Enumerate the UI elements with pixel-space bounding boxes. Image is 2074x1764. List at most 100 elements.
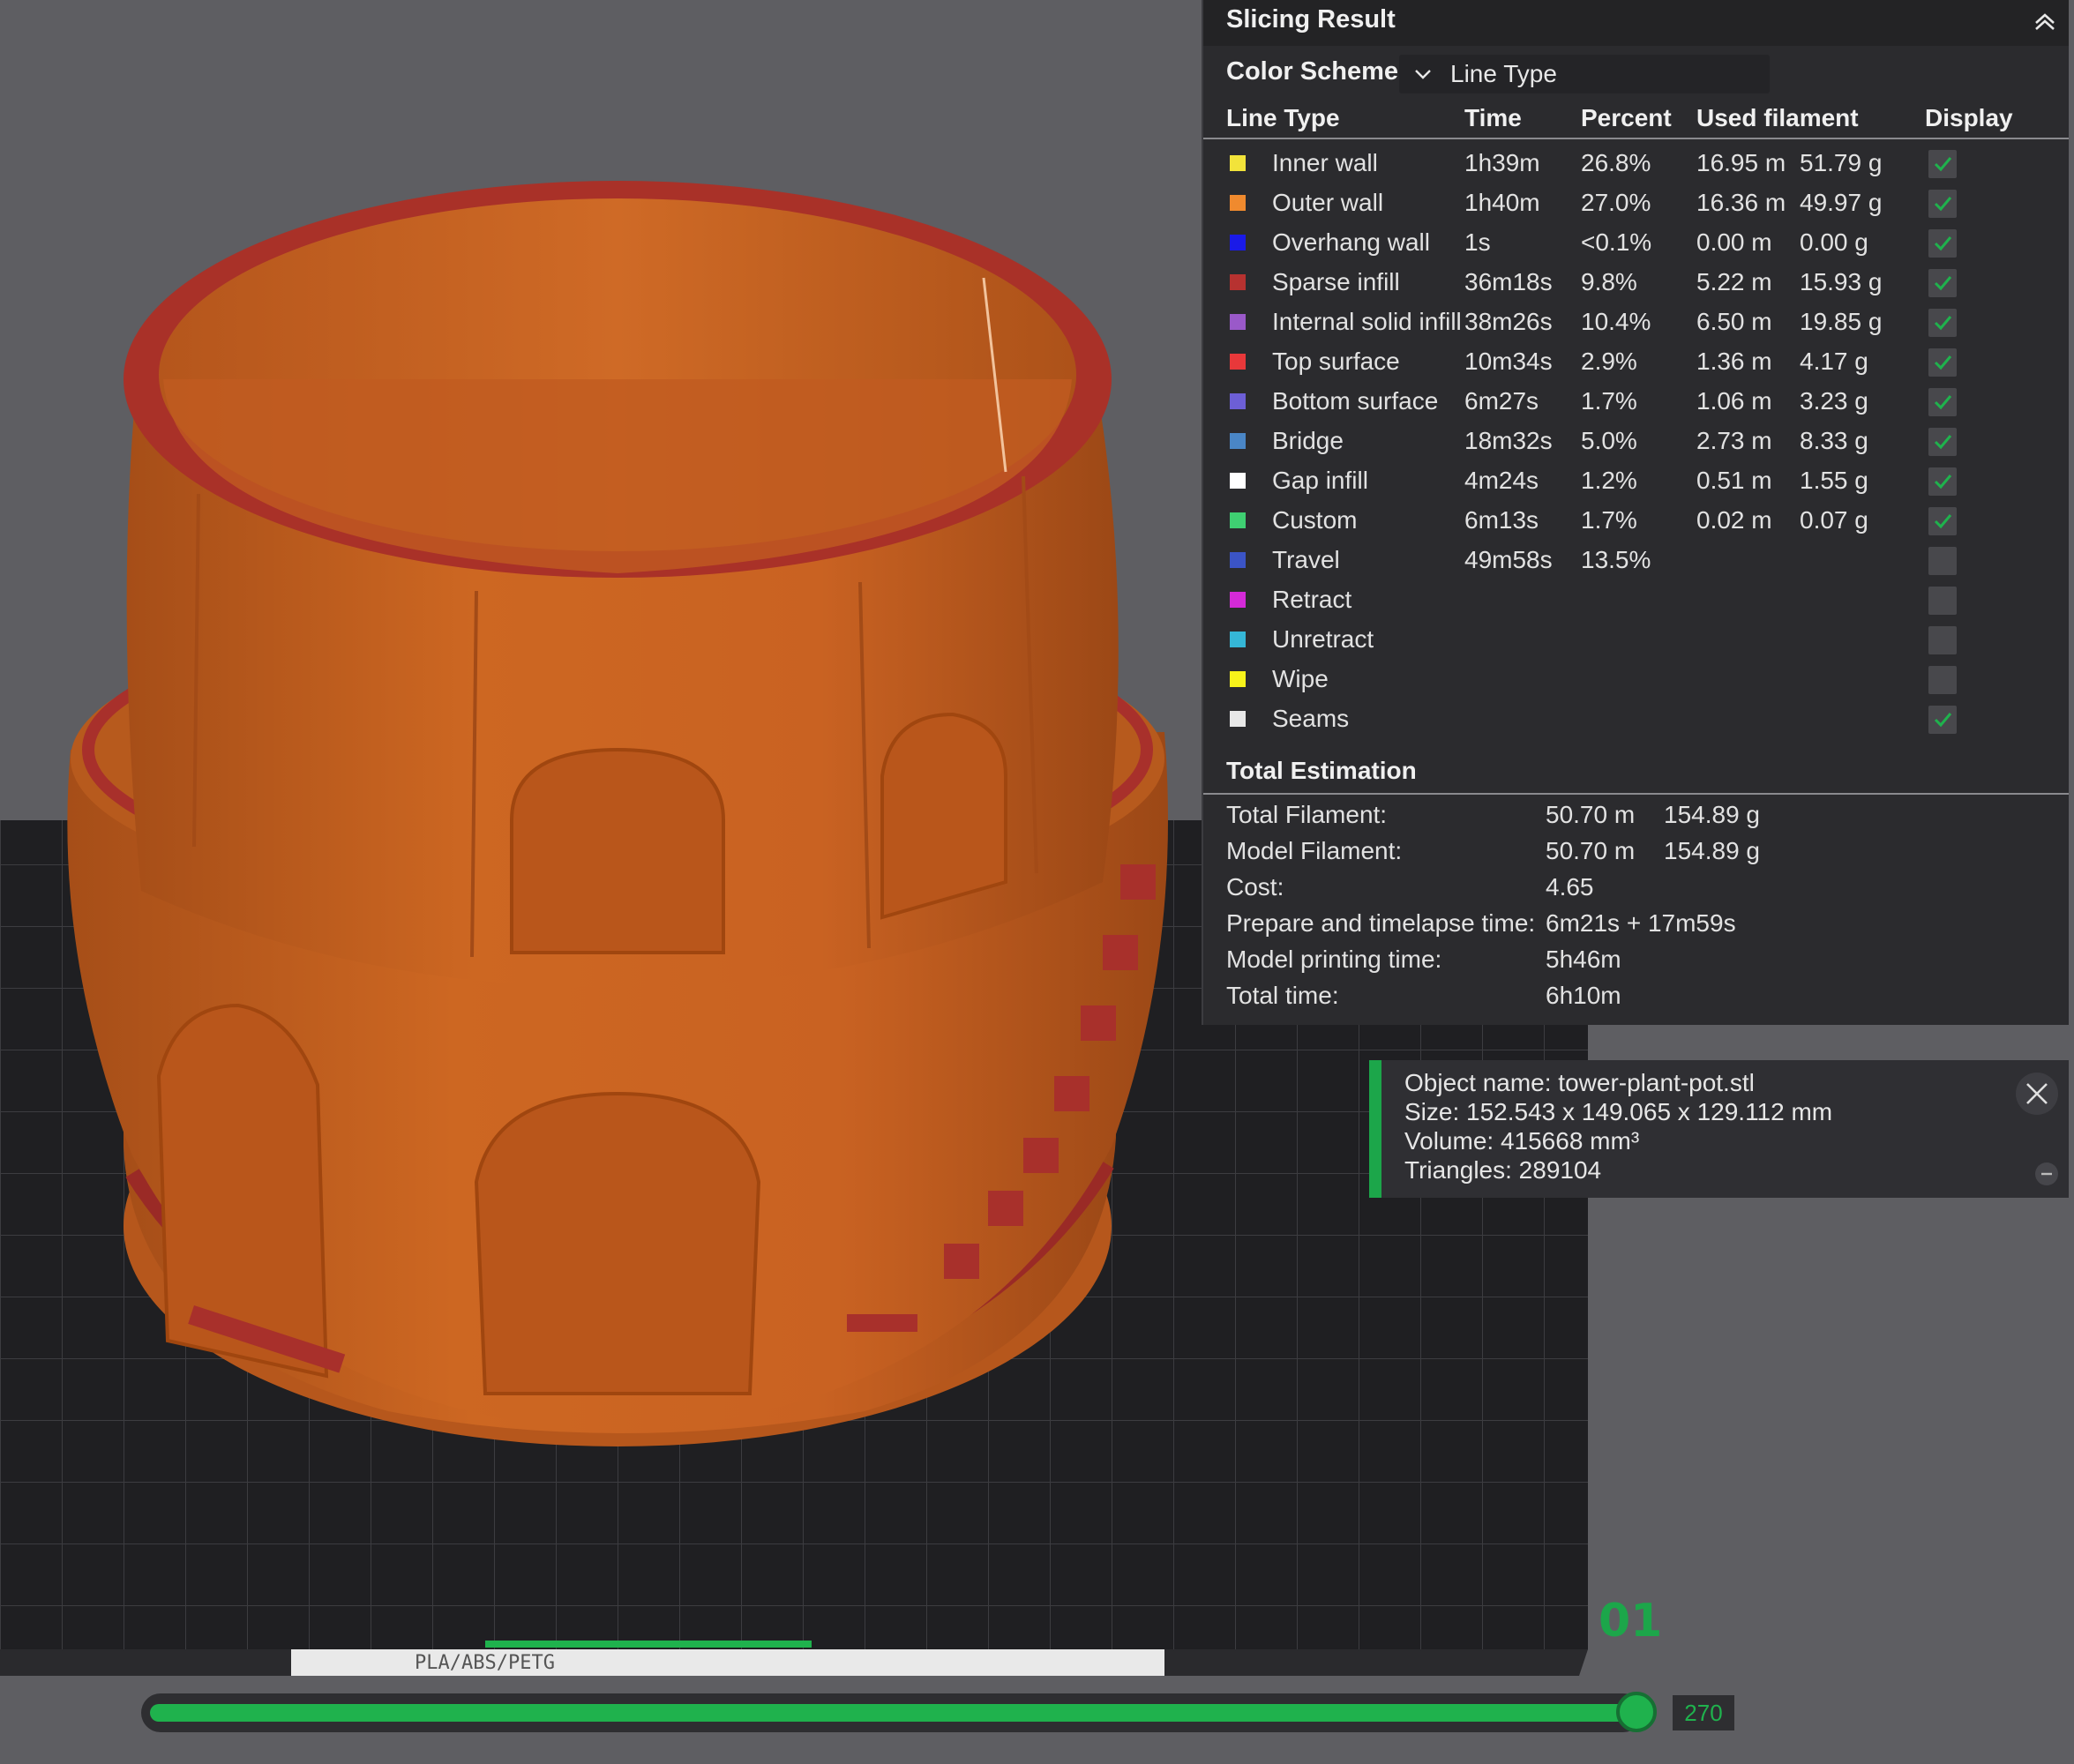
- row-length: 5.22 m: [1696, 268, 1772, 295]
- line-type-table-header: Line Type Time Percent Used filament Dis…: [1203, 99, 2069, 139]
- estimation-row: Total Filament: 50.70 m 154.89 g: [1203, 799, 2069, 835]
- row-length: 16.36 m: [1696, 189, 1786, 216]
- row-percent: 5.0%: [1581, 427, 1637, 454]
- line-type-row: Unretract: [1203, 619, 2069, 659]
- row-line-type: Seams: [1272, 705, 1350, 732]
- row-line-type: Bottom surface: [1272, 387, 1439, 415]
- color-swatch: [1230, 473, 1246, 489]
- row-time: 1h39m: [1464, 149, 1540, 176]
- display-checkbox[interactable]: [1928, 190, 1957, 218]
- row-percent: 1.7%: [1581, 387, 1637, 415]
- row-time: 6m27s: [1464, 387, 1539, 415]
- color-swatch: [1230, 671, 1246, 687]
- row-line-type: Unretract: [1272, 625, 1374, 653]
- estimation-value: 5h46m: [1546, 946, 1621, 973]
- line-type-row: Seams: [1203, 699, 2069, 738]
- estimation-label: Total time:: [1226, 982, 1339, 1009]
- color-scheme-dropdown[interactable]: Line Type: [1399, 55, 1770, 93]
- color-scheme-label: Color Scheme: [1226, 56, 1398, 86]
- layer-value[interactable]: 270: [1673, 1695, 1734, 1730]
- row-length: 0.00 m: [1696, 228, 1772, 256]
- display-checkbox[interactable]: [1928, 507, 1957, 535]
- estimation-row: Prepare and timelapse time: 6m21s + 17m59…: [1203, 908, 2069, 944]
- row-line-type: Gap infill: [1272, 467, 1368, 494]
- display-checkbox[interactable]: [1928, 388, 1957, 416]
- line-type-row: Sparse infill 36m18s 9.8% 5.22 m 15.93 g: [1203, 262, 2069, 302]
- estimation-label: Total Filament:: [1226, 801, 1388, 828]
- checkmark-icon: [1934, 197, 1952, 212]
- row-line-type: Custom: [1272, 506, 1358, 534]
- estimation-value: 6h10m: [1546, 982, 1621, 1009]
- row-percent: 2.9%: [1581, 348, 1637, 375]
- color-swatch: [1230, 632, 1246, 647]
- layer-slider-handle[interactable]: [1616, 1692, 1657, 1732]
- panel-title: Slicing Result: [1226, 5, 1396, 34]
- row-length: 16.95 m: [1696, 149, 1786, 176]
- close-button[interactable]: [2016, 1073, 2058, 1115]
- row-time: 1h40m: [1464, 189, 1540, 216]
- display-checkbox[interactable]: [1928, 229, 1957, 258]
- display-checkbox[interactable]: [1928, 706, 1957, 734]
- row-weight: 0.00 g: [1800, 228, 1868, 256]
- row-weight: 0.07 g: [1800, 506, 1868, 534]
- row-weight: 3.23 g: [1800, 387, 1868, 415]
- display-checkbox[interactable]: [1928, 428, 1957, 456]
- row-time: 49m58s: [1464, 546, 1553, 573]
- pot-model[interactable]: [67, 181, 1168, 1446]
- object-volume: Volume: 415668 mm³: [1404, 1127, 1640, 1155]
- line-type-row: Top surface 10m34s 2.9% 1.36 m 4.17 g: [1203, 341, 2069, 381]
- row-line-type: Top surface: [1272, 348, 1400, 375]
- line-type-row: Overhang wall 1s <0.1% 0.00 m 0.00 g: [1203, 222, 2069, 262]
- row-time: 10m34s: [1464, 348, 1553, 375]
- chevron-up-icon[interactable]: [2030, 5, 2060, 35]
- estimation-label: Model Filament:: [1226, 837, 1403, 864]
- estimation-label: Cost:: [1226, 873, 1284, 901]
- display-checkbox[interactable]: [1928, 269, 1957, 297]
- color-swatch: [1230, 195, 1246, 211]
- total-estimation-rows: Total Filament: 50.70 m 154.89 g Model Fila…: [1203, 799, 2069, 1016]
- color-swatch: [1230, 711, 1246, 727]
- object-size: Size: 152.543 x 149.065 x 129.112 mm: [1404, 1098, 1833, 1125]
- minimize-button[interactable]: [2035, 1162, 2058, 1185]
- object-triangles: Triangles: 289104: [1404, 1156, 1602, 1184]
- color-swatch: [1230, 433, 1246, 449]
- line-type-row: Gap infill 4m24s 1.2% 0.51 m 1.55 g: [1203, 460, 2069, 500]
- total-estimation-title: Total Estimation: [1226, 757, 1417, 784]
- row-percent: 9.8%: [1581, 268, 1637, 295]
- row-line-type: Travel: [1272, 546, 1340, 573]
- checkmark-icon: [1934, 475, 1952, 490]
- checkmark-icon: [1934, 713, 1952, 728]
- color-swatch: [1230, 354, 1246, 370]
- line-type-rows: Inner wall 1h39m 26.8% 16.95 m 51.79 g Outer …: [1203, 143, 2069, 738]
- line-type-row: Outer wall 1h40m 27.0% 16.36 m 49.97 g: [1203, 183, 2069, 222]
- layer-slider-track[interactable]: [141, 1693, 1643, 1732]
- row-percent: 1.7%: [1581, 506, 1637, 534]
- display-checkbox[interactable]: [1928, 150, 1957, 178]
- row-length: 0.51 m: [1696, 467, 1772, 494]
- display-checkbox[interactable]: [1928, 309, 1957, 337]
- row-weight: 15.93 g: [1800, 268, 1883, 295]
- estimation-value: 50.70 m: [1546, 801, 1636, 828]
- display-checkbox[interactable]: [1928, 666, 1957, 694]
- display-checkbox[interactable]: [1928, 467, 1957, 496]
- row-percent: 27.0%: [1581, 189, 1651, 216]
- checkmark-icon: [1934, 514, 1952, 529]
- estimation-row: Cost: 4.65: [1203, 871, 2069, 908]
- row-line-type: Bridge: [1272, 427, 1344, 454]
- row-length: 2.73 m: [1696, 427, 1772, 454]
- estimation-label: Model printing time:: [1226, 946, 1442, 973]
- line-type-row: Travel 49m58s 13.5%: [1203, 540, 2069, 579]
- display-checkbox[interactable]: [1928, 348, 1957, 377]
- estimation-row: Model printing time: 5h46m: [1203, 944, 2069, 980]
- color-swatch: [1230, 235, 1246, 250]
- estimation-row: Model Filament: 50.70 m 154.89 g: [1203, 835, 2069, 871]
- color-swatch: [1230, 512, 1246, 528]
- display-checkbox[interactable]: [1928, 547, 1957, 575]
- row-line-type: Wipe: [1272, 665, 1329, 692]
- display-checkbox[interactable]: [1928, 587, 1957, 615]
- row-length: 0.02 m: [1696, 506, 1772, 534]
- estimation-value-2: 154.89 g: [1664, 801, 1760, 828]
- checkmark-icon: [1934, 355, 1952, 370]
- row-length: 6.50 m: [1696, 308, 1772, 335]
- display-checkbox[interactable]: [1928, 626, 1957, 654]
